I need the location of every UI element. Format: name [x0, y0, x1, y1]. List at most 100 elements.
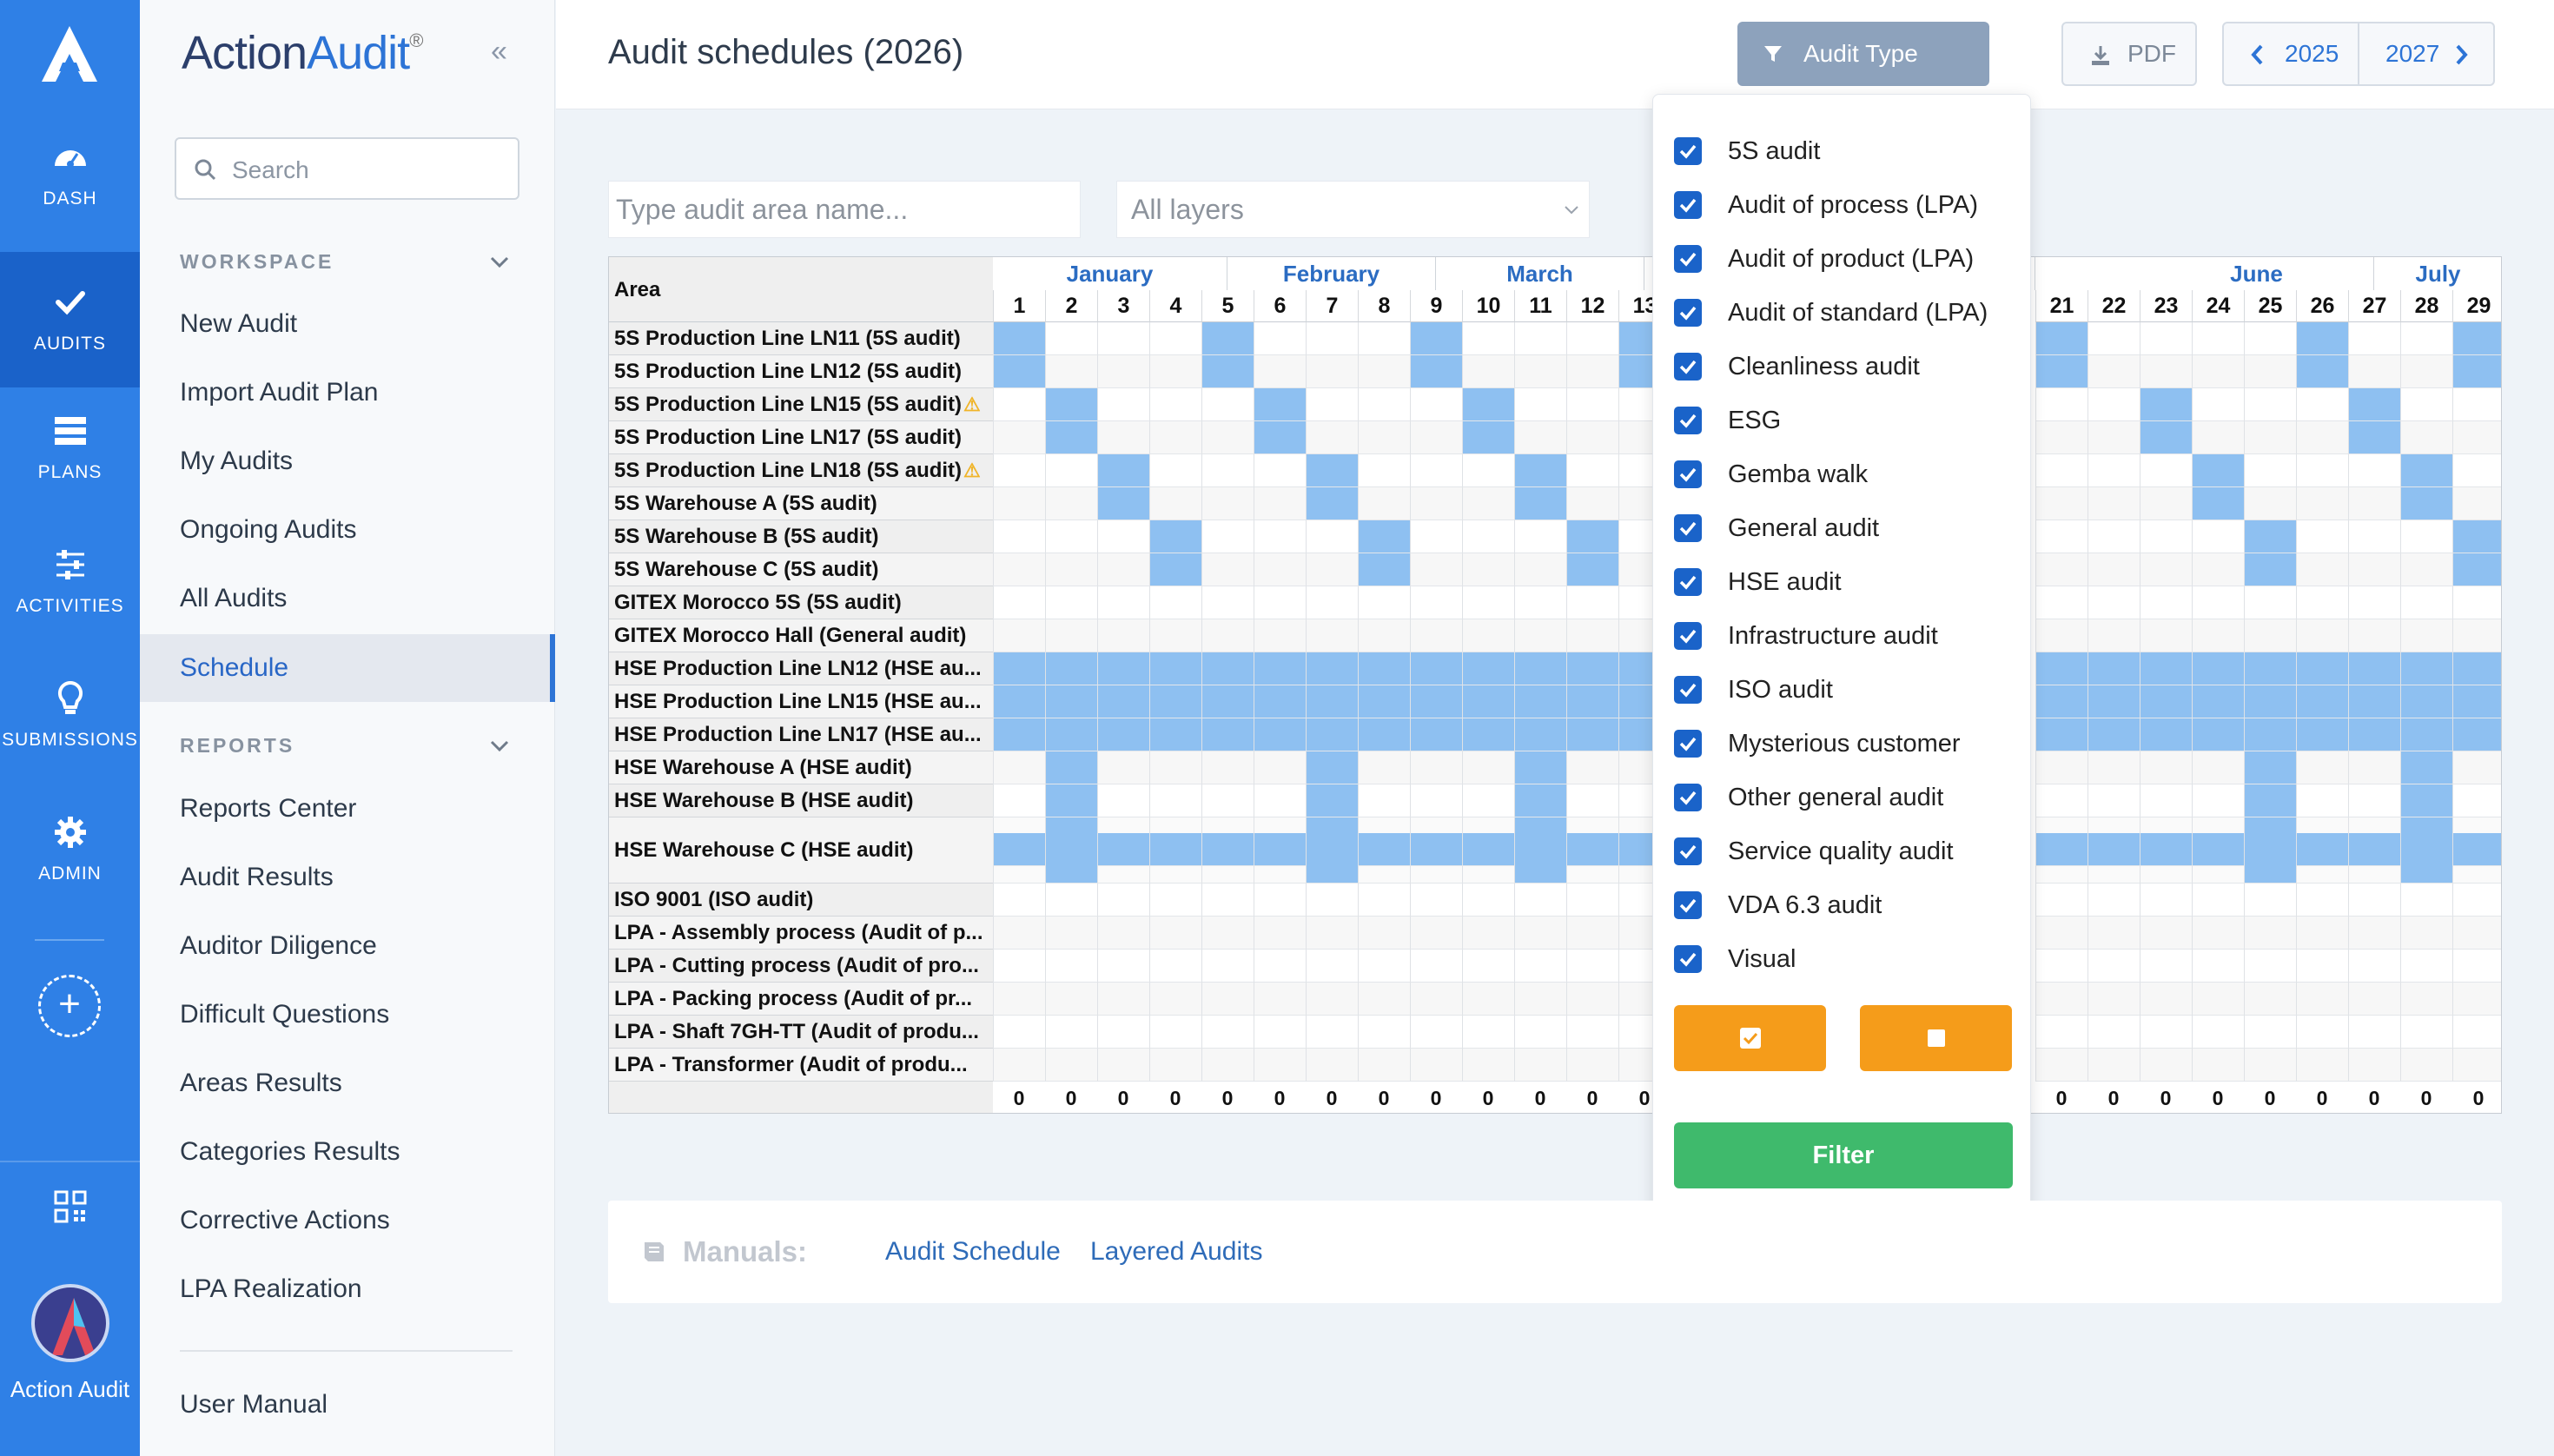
schedule-cell[interactable]: [1149, 355, 1201, 388]
schedule-cell[interactable]: [1201, 718, 1254, 751]
schedule-cell[interactable]: [2035, 586, 2088, 619]
schedule-cell[interactable]: [1462, 718, 1514, 751]
schedule-cell[interactable]: [1201, 487, 1254, 520]
nav-dash[interactable]: DASH: [0, 136, 140, 267]
audit-type-option[interactable]: HSE audit: [1674, 560, 1842, 604]
schedule-cell[interactable]: [2088, 950, 2140, 983]
schedule-cell[interactable]: [1358, 884, 1410, 917]
schedule-cell[interactable]: [1462, 454, 1514, 487]
schedule-cell[interactable]: [2192, 751, 2244, 784]
schedule-cell[interactable]: [1201, 917, 1254, 950]
checkbox-checked[interactable]: [1674, 945, 1702, 973]
schedule-cell[interactable]: [2244, 751, 2296, 784]
schedule-cell[interactable]: [2088, 487, 2140, 520]
schedule-cell[interactable]: [1514, 917, 1566, 950]
schedule-cell[interactable]: [1097, 833, 1149, 866]
qr-code-icon[interactable]: [54, 1190, 87, 1223]
schedule-cell[interactable]: [1566, 520, 1618, 553]
area-row-label[interactable]: 5S Production Line LN17 (5S audit): [609, 421, 993, 454]
schedule-cell[interactable]: [2400, 454, 2452, 487]
schedule-cell[interactable]: [1045, 388, 1097, 421]
select-all-button[interactable]: [1674, 1005, 1826, 1071]
schedule-cell[interactable]: [2035, 619, 2088, 652]
schedule-cell[interactable]: [1410, 421, 1462, 454]
schedule-cell[interactable]: [1097, 553, 1149, 586]
schedule-cell[interactable]: [2140, 553, 2192, 586]
schedule-cell[interactable]: [1566, 685, 1618, 718]
schedule-cell[interactable]: [993, 652, 1045, 685]
schedule-cell[interactable]: [1097, 652, 1149, 685]
schedule-cell[interactable]: [2035, 1049, 2088, 1082]
schedule-cell[interactable]: [2244, 388, 2296, 421]
schedule-cell[interactable]: [1410, 983, 1462, 1016]
schedule-cell[interactable]: [2400, 718, 2452, 751]
schedule-cell[interactable]: [1410, 917, 1462, 950]
nav-admin[interactable]: ADMIN: [0, 811, 140, 942]
schedule-cell[interactable]: [2452, 950, 2501, 983]
schedule-cell[interactable]: [1306, 1049, 1358, 1082]
schedule-cell[interactable]: [1149, 917, 1201, 950]
nav-schedule[interactable]: Schedule: [140, 634, 555, 702]
checkbox-checked[interactable]: [1674, 299, 1702, 327]
schedule-cell[interactable]: [1149, 487, 1201, 520]
schedule-cell[interactable]: [993, 586, 1045, 619]
schedule-cell[interactable]: [2244, 586, 2296, 619]
schedule-cell[interactable]: [1566, 950, 1618, 983]
schedule-cell[interactable]: [1254, 751, 1306, 784]
schedule-cell[interactable]: [1149, 685, 1201, 718]
schedule-cell[interactable]: [1045, 1016, 1097, 1049]
schedule-cell[interactable]: [2348, 685, 2400, 718]
schedule-cell[interactable]: [1410, 520, 1462, 553]
schedule-cell[interactable]: [1045, 950, 1097, 983]
schedule-cell[interactable]: [2140, 454, 2192, 487]
schedule-cell[interactable]: [1306, 652, 1358, 685]
area-row-label[interactable]: HSE Warehouse C (HSE audit): [609, 817, 993, 884]
schedule-cell[interactable]: [2296, 322, 2348, 355]
schedule-cell[interactable]: [993, 487, 1045, 520]
chevron-down-icon[interactable]: [489, 254, 510, 271]
schedule-cell[interactable]: [2192, 917, 2244, 950]
schedule-cell[interactable]: [1201, 421, 1254, 454]
schedule-cell[interactable]: [1358, 355, 1410, 388]
schedule-cell[interactable]: [2400, 520, 2452, 553]
schedule-cell[interactable]: [1566, 718, 1618, 751]
schedule-cell[interactable]: [2192, 983, 2244, 1016]
schedule-cell[interactable]: [1358, 685, 1410, 718]
audit-type-option[interactable]: Audit of standard (LPA): [1674, 291, 1988, 334]
schedule-cell[interactable]: [2192, 833, 2244, 866]
add-icon[interactable]: +: [38, 975, 101, 1037]
schedule-cell[interactable]: [1514, 884, 1566, 917]
schedule-cell[interactable]: [2088, 355, 2140, 388]
schedule-cell[interactable]: [1358, 322, 1410, 355]
schedule-cell[interactable]: [2244, 487, 2296, 520]
schedule-cell[interactable]: [1097, 355, 1149, 388]
schedule-cell[interactable]: [2348, 950, 2400, 983]
schedule-cell[interactable]: [1566, 421, 1618, 454]
schedule-cell[interactable]: [1514, 718, 1566, 751]
schedule-cell[interactable]: [2140, 586, 2192, 619]
schedule-cell[interactable]: [1149, 388, 1201, 421]
schedule-cell[interactable]: [2088, 917, 2140, 950]
schedule-cell[interactable]: [2400, 817, 2452, 884]
schedule-cell[interactable]: [1254, 950, 1306, 983]
schedule-cell[interactable]: [1306, 718, 1358, 751]
schedule-cell[interactable]: [2244, 817, 2296, 884]
schedule-cell[interactable]: [2140, 718, 2192, 751]
schedule-cell[interactable]: [1045, 685, 1097, 718]
checkbox-checked[interactable]: [1674, 622, 1702, 650]
area-row-label[interactable]: 5S Production Line LN11 (5S audit): [609, 322, 993, 355]
schedule-cell[interactable]: [1306, 884, 1358, 917]
schedule-cell[interactable]: [1358, 1016, 1410, 1049]
audit-type-option[interactable]: Visual: [1674, 937, 1796, 981]
area-row-label[interactable]: GITEX Morocco Hall (General audit): [609, 619, 993, 652]
schedule-cell[interactable]: [1462, 751, 1514, 784]
schedule-cell[interactable]: [1306, 454, 1358, 487]
schedule-cell[interactable]: [1514, 983, 1566, 1016]
checkbox-checked[interactable]: [1674, 676, 1702, 704]
pdf-button[interactable]: PDF: [2061, 22, 2197, 86]
schedule-cell[interactable]: [1566, 454, 1618, 487]
schedule-cell[interactable]: [2192, 586, 2244, 619]
nav-areas-results[interactable]: Areas Results: [140, 1049, 555, 1117]
schedule-cell[interactable]: [1201, 520, 1254, 553]
schedule-cell[interactable]: [1201, 1016, 1254, 1049]
